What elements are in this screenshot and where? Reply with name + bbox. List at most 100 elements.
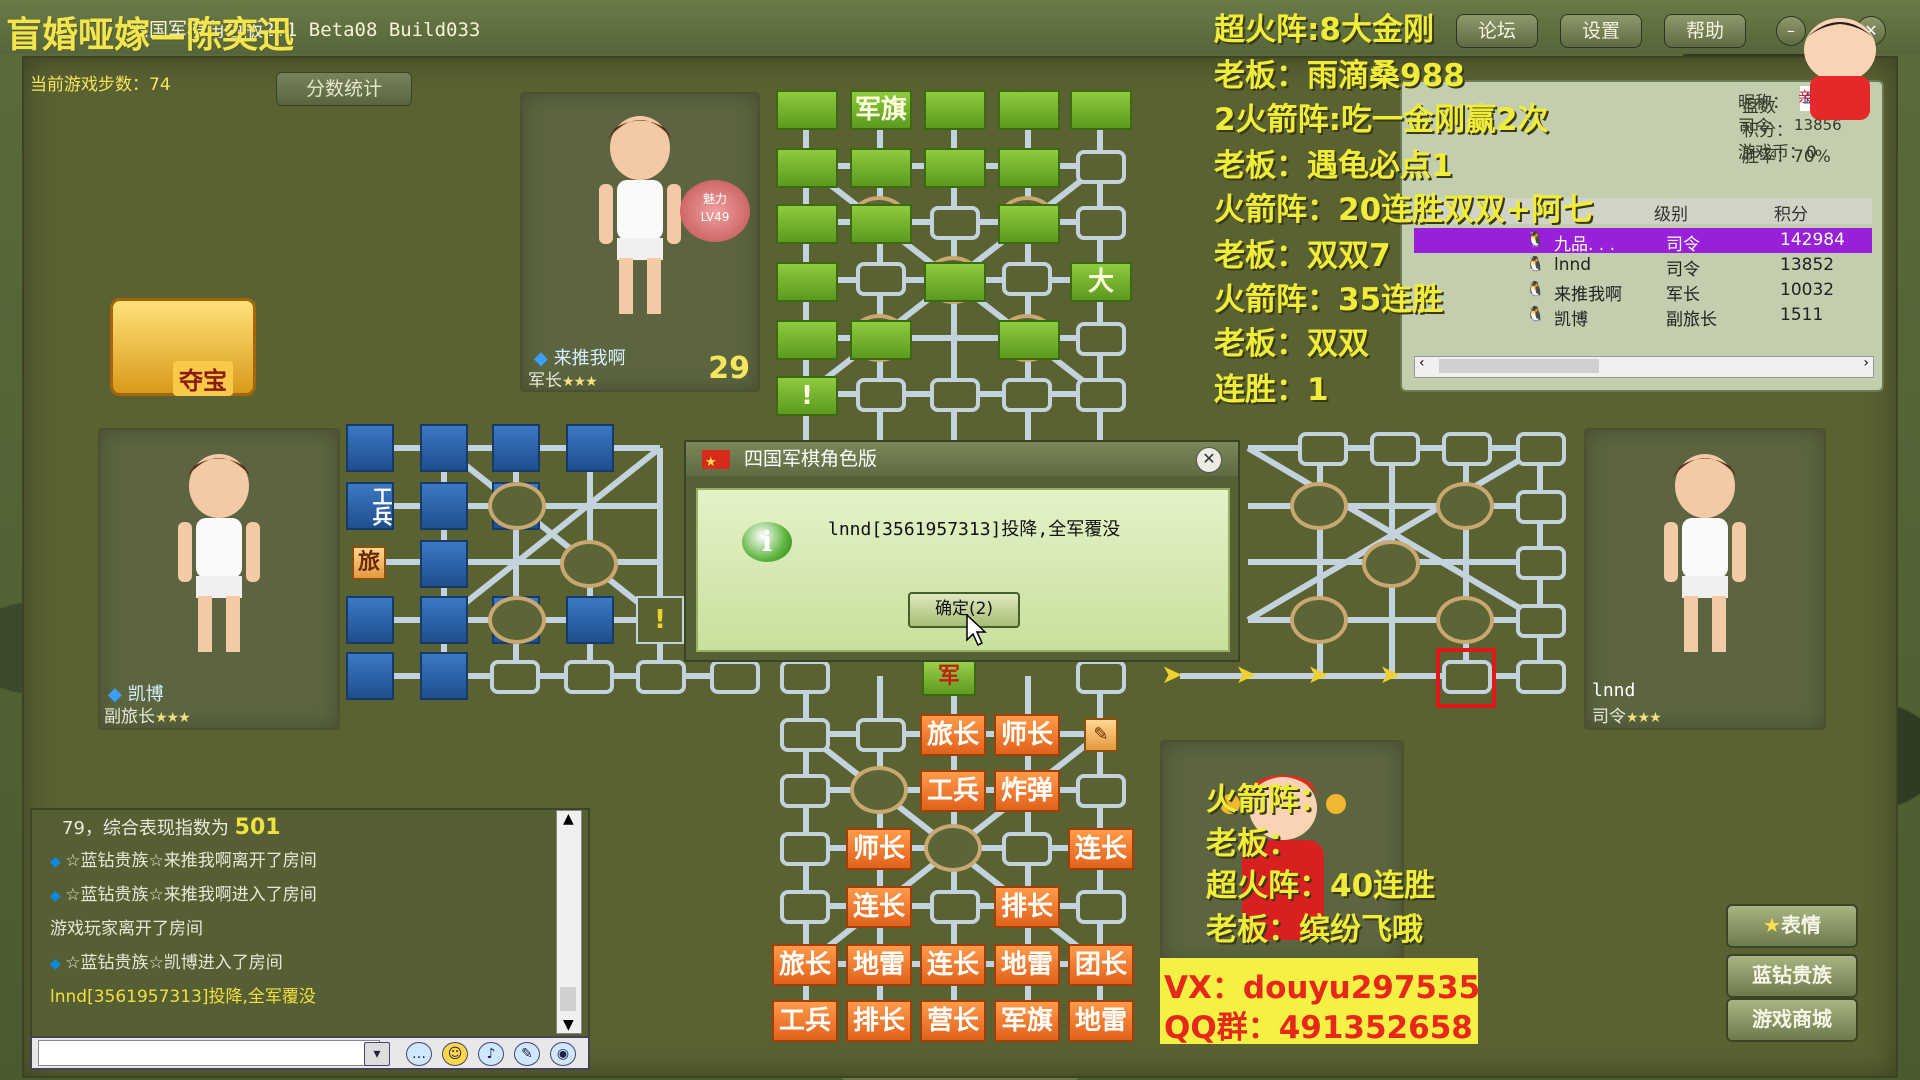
board-node[interactable] xyxy=(1442,432,1492,466)
board-node[interactable] xyxy=(1076,660,1126,694)
green-piece-hidden[interactable] xyxy=(776,90,838,130)
board-node[interactable] xyxy=(1516,546,1566,580)
blue-piece-hidden[interactable] xyxy=(492,424,540,472)
camp-node[interactable] xyxy=(1362,540,1420,588)
board-node[interactable] xyxy=(564,660,614,694)
board-node[interactable] xyxy=(1002,378,1052,412)
board-node[interactable] xyxy=(780,718,830,752)
blue-piece-hidden[interactable] xyxy=(420,482,468,530)
orange-piece-brigade[interactable]: 旅长 xyxy=(920,714,986,756)
blue-piece-hidden[interactable] xyxy=(346,596,394,644)
blue-piece-hidden[interactable] xyxy=(346,424,394,472)
blue-piece-hidden[interactable] xyxy=(420,424,468,472)
chat-scrollbar[interactable]: ▲ ▼ xyxy=(556,810,582,1034)
board-node[interactable] xyxy=(780,774,830,808)
board-node[interactable] xyxy=(856,262,906,296)
orange-piece-platoon[interactable]: 排长 xyxy=(994,886,1060,928)
camp-node[interactable] xyxy=(488,482,546,530)
blue-piece-hidden[interactable] xyxy=(420,596,468,644)
orange-piece-mine[interactable]: 地雷 xyxy=(994,944,1060,986)
camp-node[interactable] xyxy=(850,766,908,814)
blue-diamond-button[interactable]: 蓝钻贵族 xyxy=(1726,954,1858,998)
board-node[interactable] xyxy=(780,890,830,924)
board-node[interactable] xyxy=(636,660,686,694)
board-node[interactable] xyxy=(1076,206,1126,240)
board-node[interactable] xyxy=(710,660,760,694)
orange-piece-regiment[interactable]: 团长 xyxy=(1068,944,1134,986)
alert-marker[interactable]: ! xyxy=(636,596,684,644)
blue-piece-engineer[interactable]: 工兵 xyxy=(346,482,394,530)
scrollbar-thumb[interactable] xyxy=(560,987,576,1011)
camp-node[interactable] xyxy=(488,596,546,644)
scrollbar-thumb[interactable] xyxy=(1439,359,1599,373)
board-node[interactable] xyxy=(780,832,830,866)
scroll-left-icon[interactable]: ‹ xyxy=(1419,355,1425,371)
board-node[interactable] xyxy=(1516,604,1566,638)
camp-node[interactable] xyxy=(1436,596,1494,644)
horizontal-scrollbar[interactable]: ‹ › xyxy=(1414,355,1874,378)
green-piece-hidden[interactable] xyxy=(776,204,838,244)
board-node[interactable] xyxy=(1516,660,1566,694)
orange-piece-engineer[interactable]: 工兵 xyxy=(772,1000,838,1042)
chat-input[interactable] xyxy=(38,1040,380,1066)
board-node[interactable] xyxy=(490,660,540,694)
scroll-down-icon[interactable]: ▼ xyxy=(563,1017,574,1033)
orange-piece-division[interactable]: 师长 xyxy=(846,828,912,870)
orange-piece-company[interactable]: 连长 xyxy=(846,886,912,928)
board-node[interactable] xyxy=(1076,150,1126,184)
pencil-marker-icon[interactable]: ✎ xyxy=(1084,718,1118,752)
green-piece-hidden[interactable] xyxy=(998,320,1060,360)
green-piece-hidden[interactable] xyxy=(924,90,986,130)
green-piece-hidden[interactable] xyxy=(776,262,838,302)
board-node[interactable] xyxy=(1076,890,1126,924)
board-node[interactable] xyxy=(1298,432,1348,466)
orange-piece-brigade[interactable]: 旅长 xyxy=(772,944,838,986)
camp-node[interactable] xyxy=(1290,482,1348,530)
green-piece-hidden[interactable] xyxy=(850,148,912,188)
player-row[interactable]: 🐧 来推我啊 军长 10032 xyxy=(1414,278,1872,305)
emoticon-button[interactable]: ★表情 xyxy=(1726,904,1858,948)
green-piece-alert[interactable]: ! xyxy=(776,376,838,416)
scroll-right-icon[interactable]: › xyxy=(1863,355,1869,371)
blue-piece-hidden[interactable] xyxy=(566,424,614,472)
chat-bubble-icon[interactable]: … xyxy=(406,1042,432,1066)
orange-piece-mine[interactable]: 地雷 xyxy=(1068,1000,1134,1042)
board-node[interactable] xyxy=(930,206,980,240)
orange-piece-mine[interactable]: 地雷 xyxy=(846,944,912,986)
central-army-marker[interactable]: 军 xyxy=(922,658,976,696)
board-node[interactable] xyxy=(1002,832,1052,866)
green-piece-hidden[interactable] xyxy=(776,148,838,188)
board-node[interactable] xyxy=(930,378,980,412)
blue-piece-hidden[interactable] xyxy=(420,540,468,588)
board-node[interactable] xyxy=(1076,322,1126,356)
blue-piece-hidden[interactable] xyxy=(346,652,394,700)
green-piece-hidden[interactable] xyxy=(998,148,1060,188)
orange-piece-engineer[interactable]: 工兵 xyxy=(920,770,986,812)
orange-piece-division[interactable]: 师长 xyxy=(994,714,1060,756)
game-store-button[interactable]: 游戏商城 xyxy=(1726,998,1858,1042)
board-node[interactable] xyxy=(780,660,830,694)
orange-piece-company[interactable]: 连长 xyxy=(1068,828,1134,870)
green-piece-big[interactable]: 大 xyxy=(1070,262,1132,302)
scroll-up-icon[interactable]: ▲ xyxy=(563,811,574,827)
chevron-down-icon[interactable]: ▾ xyxy=(364,1042,390,1066)
player-row[interactable]: 🐧 lnnd 司令 13852 xyxy=(1414,253,1872,280)
board-node[interactable] xyxy=(856,378,906,412)
board-node[interactable] xyxy=(930,890,980,924)
player-row[interactable]: 🐧 凯博 副旅长 1511 xyxy=(1414,303,1872,330)
board-node[interactable] xyxy=(1076,774,1126,808)
orange-piece-flag[interactable]: 军旗 xyxy=(994,1000,1060,1042)
green-piece-hidden[interactable] xyxy=(850,204,912,244)
camp-node[interactable] xyxy=(1436,482,1494,530)
board-node[interactable] xyxy=(1370,432,1420,466)
speaker-icon[interactable]: ♪ xyxy=(478,1042,504,1066)
green-piece-hidden[interactable] xyxy=(776,320,838,360)
camp-node[interactable] xyxy=(924,824,982,872)
board-node[interactable] xyxy=(1516,432,1566,466)
wrench-icon[interactable]: ✎ xyxy=(514,1042,540,1066)
ok-button[interactable]: 确定(2) xyxy=(908,592,1020,628)
orange-piece-platoon[interactable]: 排长 xyxy=(846,1000,912,1042)
green-piece-hidden[interactable] xyxy=(998,204,1060,244)
close-icon[interactable]: ✕ xyxy=(1196,447,1222,473)
board-node[interactable] xyxy=(856,718,906,752)
